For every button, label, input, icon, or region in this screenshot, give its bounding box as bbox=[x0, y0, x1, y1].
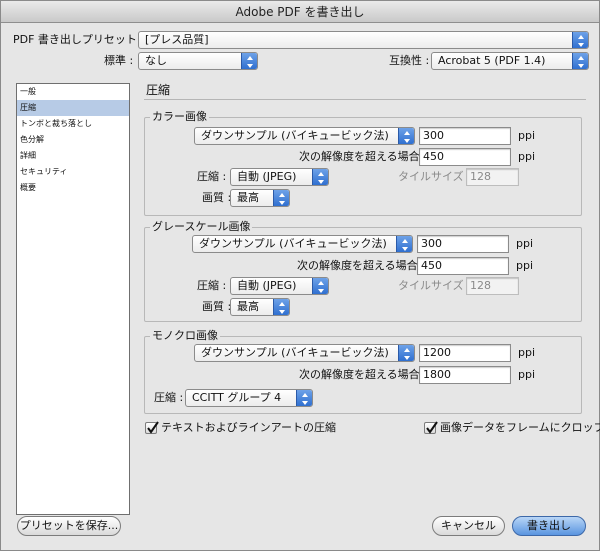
gray-compression-value: 自動 (JPEG) bbox=[237, 279, 297, 292]
mono-compression-select[interactable]: CCITT グループ 4 bbox=[185, 389, 313, 407]
panel-title: 圧縮 bbox=[146, 83, 171, 97]
color-downsample-select[interactable]: ダウンサンプル (バイキュービック法) bbox=[194, 127, 415, 145]
mono-resolution-input[interactable]: 1200 bbox=[419, 344, 511, 362]
color-resolution-unit: ppi bbox=[518, 129, 536, 142]
chevron-updown-icon bbox=[396, 236, 412, 252]
crop-images-checkbox[interactable] bbox=[424, 421, 438, 434]
color-compression-select[interactable]: 自動 (JPEG) bbox=[230, 168, 329, 186]
preset-label: PDF 書き出しプリセット : bbox=[13, 33, 145, 46]
sidebar-item-advanced[interactable]: 詳細 bbox=[17, 148, 129, 164]
compress-text-label: テキストおよびラインアートの圧縮 bbox=[161, 421, 337, 434]
chevron-updown-icon bbox=[241, 53, 257, 69]
compatibility-value: Acrobat 5 (PDF 1.4) bbox=[438, 54, 546, 67]
mono-threshold-label: 次の解像度を超える場合 : bbox=[299, 368, 427, 381]
gray-threshold-unit: ppi bbox=[516, 259, 534, 272]
gray-tile-input[interactable]: 128 bbox=[466, 277, 519, 295]
mono-images-title: モノクロ画像 bbox=[150, 329, 220, 343]
chevron-updown-icon bbox=[398, 345, 414, 361]
standard-value: なし bbox=[145, 54, 167, 67]
sidebar-item-security[interactable]: セキュリティ bbox=[17, 164, 129, 180]
color-downsample-value: ダウンサンプル (バイキュービック法) bbox=[201, 129, 389, 142]
color-images-title: カラー画像 bbox=[150, 110, 209, 124]
sidebar-item-summary[interactable]: 概要 bbox=[17, 180, 129, 196]
export-pdf-dialog: Adobe PDF を書き出し PDF 書き出しプリセット : [プレス品質] … bbox=[0, 0, 600, 551]
compatibility-label: 互換性 : bbox=[389, 54, 430, 67]
sidebar-item-output[interactable]: 色分解 bbox=[17, 132, 129, 148]
mono-threshold-input[interactable]: 1800 bbox=[419, 366, 511, 384]
chevron-updown-icon bbox=[296, 390, 312, 406]
chevron-updown-icon bbox=[312, 169, 328, 185]
mono-downsample-value: ダウンサンプル (バイキュービック法) bbox=[201, 346, 389, 359]
crop-images-label: 画像データをフレームにクロップ bbox=[440, 421, 600, 434]
compress-text-checkbox[interactable] bbox=[145, 421, 159, 434]
grayscale-images-title: グレースケール画像 bbox=[150, 220, 253, 234]
checkmark-icon bbox=[426, 421, 438, 434]
gray-compression-select[interactable]: 自動 (JPEG) bbox=[230, 277, 329, 295]
color-resolution-input[interactable]: 300 bbox=[419, 127, 511, 145]
preset-value: [プレス品質] bbox=[145, 33, 209, 46]
chevron-updown-icon bbox=[273, 299, 289, 315]
gray-resolution-unit: ppi bbox=[516, 237, 534, 250]
export-button[interactable]: 書き出し bbox=[512, 516, 586, 536]
mono-downsample-select[interactable]: ダウンサンプル (バイキュービック法) bbox=[194, 344, 415, 362]
color-threshold-unit: ppi bbox=[518, 150, 536, 163]
gray-threshold-label: 次の解像度を超える場合 : bbox=[297, 259, 425, 272]
color-quality-label: 画質 : bbox=[202, 191, 232, 204]
mono-compression-value: CCITT グループ 4 bbox=[192, 391, 282, 404]
chevron-updown-icon bbox=[273, 190, 289, 206]
cancel-button[interactable]: キャンセル bbox=[432, 516, 505, 536]
gray-downsample-select[interactable]: ダウンサンプル (バイキュービック法) bbox=[192, 235, 413, 253]
preset-select[interactable]: [プレス品質] bbox=[138, 31, 589, 49]
color-quality-select[interactable]: 最高 bbox=[230, 189, 290, 207]
window-title: Adobe PDF を書き出し bbox=[1, 1, 599, 23]
compatibility-select[interactable]: Acrobat 5 (PDF 1.4) bbox=[431, 52, 589, 70]
color-compression-label: 圧縮 : bbox=[197, 170, 227, 183]
standard-label: 標準 : bbox=[104, 54, 134, 67]
gray-resolution-input[interactable]: 300 bbox=[417, 235, 509, 253]
color-tile-input[interactable]: 128 bbox=[466, 168, 519, 186]
save-preset-button[interactable]: プリセットを保存... bbox=[17, 516, 121, 536]
sidebar-item-compression[interactable]: 圧縮 bbox=[17, 100, 129, 116]
chevron-updown-icon bbox=[572, 32, 588, 48]
gray-quality-label: 画質 : bbox=[202, 300, 232, 313]
sidebar-item-marks-bleeds[interactable]: トンボと裁ち落とし bbox=[17, 116, 129, 132]
chevron-updown-icon bbox=[312, 278, 328, 294]
color-threshold-input[interactable]: 450 bbox=[419, 148, 511, 166]
gray-tile-label: タイルサイズ : bbox=[398, 279, 471, 292]
chevron-updown-icon bbox=[572, 53, 588, 69]
color-compression-value: 自動 (JPEG) bbox=[237, 170, 297, 183]
checkmark-icon bbox=[147, 421, 159, 434]
gray-downsample-value: ダウンサンプル (バイキュービック法) bbox=[199, 237, 387, 250]
color-tile-label: タイルサイズ : bbox=[398, 170, 471, 183]
sidebar-item-general[interactable]: 一般 bbox=[17, 84, 129, 100]
color-quality-value: 最高 bbox=[237, 191, 259, 204]
chevron-updown-icon bbox=[398, 128, 414, 144]
gray-threshold-input[interactable]: 450 bbox=[417, 257, 509, 275]
standard-select[interactable]: なし bbox=[138, 52, 258, 70]
mono-threshold-unit: ppi bbox=[518, 368, 536, 381]
gray-compression-label: 圧縮 : bbox=[197, 279, 227, 292]
mono-resolution-unit: ppi bbox=[518, 346, 536, 359]
mono-compression-label: 圧縮 : bbox=[154, 391, 184, 404]
gray-quality-value: 最高 bbox=[237, 300, 259, 313]
category-list: 一般 圧縮 トンボと裁ち落とし 色分解 詳細 セキュリティ 概要 bbox=[16, 83, 130, 515]
panel-divider bbox=[144, 99, 586, 100]
color-threshold-label: 次の解像度を超える場合 : bbox=[299, 150, 427, 163]
gray-quality-select[interactable]: 最高 bbox=[230, 298, 290, 316]
